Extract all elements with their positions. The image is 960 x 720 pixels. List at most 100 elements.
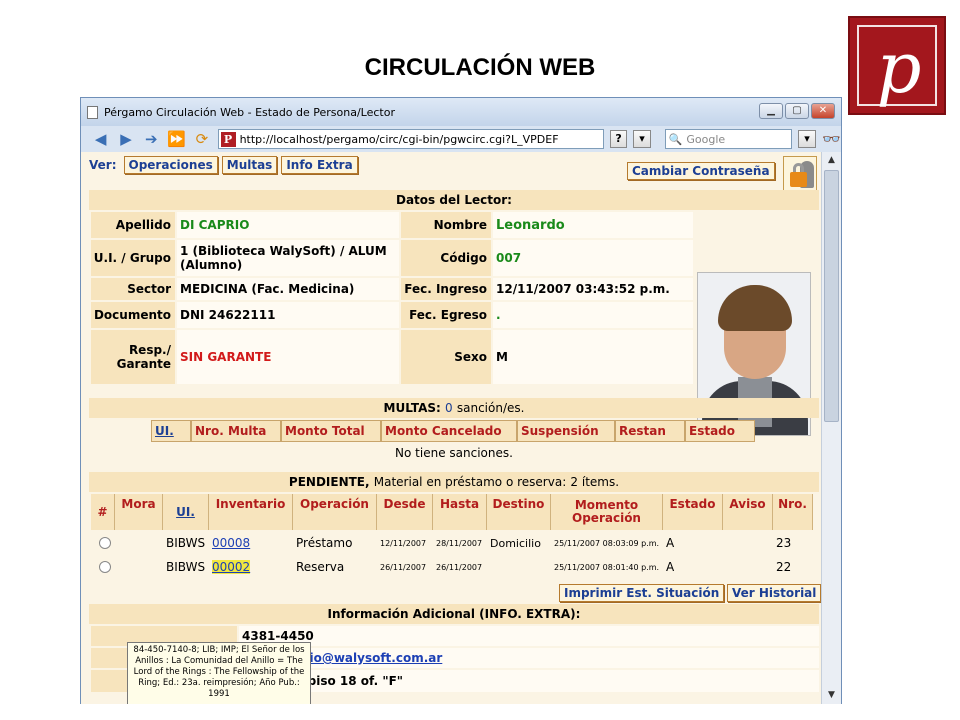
info-extra-heading: Información Adicional (INFO. EXTRA): — [89, 604, 819, 624]
pendiente-heading: PENDIENTE, Material en préstamo o reserv… — [89, 472, 819, 492]
help-icon[interactable]: ? — [609, 130, 628, 148]
pendiente-title: PENDIENTE, — [288, 475, 370, 489]
logo-letter: p — [876, 27, 922, 109]
multas-col-suspension: Suspensión — [517, 420, 615, 442]
address-bar[interactable]: P http://localhost/pergamo/circ/cgi-bin/… — [217, 129, 604, 149]
search-input[interactable]: 🔍 Google — [664, 129, 793, 149]
documento-value: DNI 24622111 — [177, 302, 399, 328]
window-titlebar: Pérgamo Circulación Web - Estado de Pers… — [81, 98, 841, 126]
dropdown-chevron-icon[interactable]: ▾ — [633, 130, 651, 148]
browser-window: Pérgamo Circulación Web - Estado de Pers… — [80, 97, 842, 704]
forward-icon[interactable]: ▶ — [116, 130, 135, 148]
codigo-value: 007 — [493, 240, 693, 276]
resp-garante-label: Resp./ Garante — [91, 330, 175, 384]
operaciones-button[interactable]: Operaciones — [123, 156, 218, 174]
apellido-label: Apellido — [91, 212, 175, 238]
scroll-down-icon[interactable]: ▼ — [822, 687, 841, 704]
multas-col-cancelado: Monto Cancelado — [381, 420, 517, 442]
col-hash: # — [91, 494, 115, 530]
ui-grupo-value: 1 (Biblioteca WalySoft) / ALUM (Alumno) — [177, 240, 399, 276]
vertical-scrollbar[interactable]: ▲ ▼ — [821, 152, 841, 704]
fast-forward-icon[interactable]: ⏩ — [167, 130, 186, 148]
col-nro: Nro. — [773, 494, 813, 530]
search-icon: 🔍 — [668, 132, 683, 146]
maximize-button[interactable]: ▢ — [785, 103, 809, 119]
scroll-up-icon[interactable]: ▲ — [822, 152, 841, 169]
next-icon[interactable]: ➔ — [142, 130, 161, 148]
multas-col-total: Monto Total — [281, 420, 381, 442]
ver-historial-button[interactable]: Ver Historial — [727, 584, 821, 602]
sector-value: MEDICINA (Fac. Medicina) — [177, 278, 399, 300]
col-ui[interactable]: UI. — [163, 494, 209, 530]
url-text: http://localhost/pergamo/circ/cgi-bin/pg… — [239, 132, 559, 146]
multas-col-ui[interactable]: UI. — [151, 420, 191, 442]
domicilio-value: Solís 637 piso 18 of. "F" — [239, 670, 819, 692]
search-engine-chevron-icon[interactable]: ▾ — [798, 130, 816, 148]
row-estado: A — [666, 536, 675, 550]
col-inventario: Inventario — [209, 494, 293, 530]
ui-grupo-label: U.I. / Grupo — [91, 240, 175, 276]
row-operacion: Reserva — [296, 560, 345, 574]
col-operacion: Operación — [293, 494, 377, 530]
minimize-button[interactable]: ▁ — [759, 103, 783, 119]
multas-button[interactable]: Multas — [221, 156, 278, 174]
inventario-link[interactable]: 00002 — [212, 560, 251, 574]
resp-garante-value: SIN GARANTE — [177, 330, 399, 384]
inventory-tooltip: 84-450-7140-8; LIB; IMP; El Señor de los… — [127, 642, 311, 704]
row-hasta: 26/11/2007 — [436, 562, 483, 572]
telefono-value: 4381-4450 — [239, 626, 819, 646]
col-mora: Mora — [115, 494, 163, 530]
page-content: Ver: Operaciones Multas Info Extra Cambi… — [81, 152, 821, 704]
sector-label: Sector — [91, 278, 175, 300]
row-momento: 25/11/2007 08:01:40 p.m. — [554, 562, 660, 572]
navigation-bar: ◀ ▶ ➔ ⏩ ⟳ P http://localhost/pergamo/cir… — [81, 126, 841, 152]
multas-title: MULTAS: — [383, 401, 441, 415]
search-placeholder: Google — [686, 132, 726, 146]
change-password-button[interactable]: Cambiar Contraseña — [627, 162, 775, 180]
scroll-thumb[interactable] — [824, 170, 839, 422]
egreso-value: . — [493, 302, 693, 328]
close-button[interactable]: ✕ — [811, 103, 835, 119]
lock-user-icon[interactable] — [783, 156, 817, 192]
multas-count: 0 — [445, 401, 453, 415]
nombre-label: Nombre — [401, 212, 491, 238]
col-destino: Destino — [487, 494, 551, 530]
col-estado: Estado — [663, 494, 723, 530]
window-title: Pérgamo Circulación Web - Estado de Pers… — [104, 105, 396, 119]
row-desde: 12/11/2007 — [380, 538, 427, 548]
sexo-value: M — [493, 330, 693, 384]
row-desde: 26/11/2007 — [380, 562, 427, 572]
glasses-icon[interactable]: 👓 — [822, 130, 841, 148]
ver-label: Ver: — [89, 158, 117, 172]
multas-suffix: sanción/es. — [456, 401, 525, 415]
site-favicon-icon: P — [220, 131, 236, 147]
back-icon[interactable]: ◀ — [91, 130, 110, 148]
inventario-link[interactable]: 00008 — [212, 536, 250, 550]
ingreso-label: Fec. Ingreso — [401, 278, 491, 300]
info-extra-button[interactable]: Info Extra — [281, 156, 358, 174]
view-toolbar: Ver: Operaciones Multas Info Extra — [89, 156, 358, 174]
multas-empty: No tiene sanciones. — [395, 446, 513, 460]
row-hasta: 28/11/2007 — [436, 538, 483, 548]
row-radio[interactable] — [99, 537, 111, 549]
row-nro: 23 — [776, 536, 792, 550]
reload-icon[interactable]: ⟳ — [192, 130, 211, 148]
codigo-label: Código — [401, 240, 491, 276]
imprimir-button[interactable]: Imprimir Est. Situación — [559, 584, 725, 602]
egreso-label: Fec. Egreso — [401, 302, 491, 328]
pendiente-text: Material en préstamo o reserva: — [373, 475, 567, 489]
pergamo-logo: p — [848, 16, 946, 115]
documento-label: Documento — [91, 302, 175, 328]
multas-col-restan: Restan — [615, 420, 685, 442]
ingreso-value: 12/11/2007 03:43:52 p.m. — [493, 278, 693, 300]
multas-heading: MULTAS: 0 sanción/es. — [89, 398, 819, 418]
col-desde: Desde — [377, 494, 433, 530]
row-ui: BIBWS — [166, 536, 206, 550]
multas-col-nro: Nro. Multa — [191, 420, 281, 442]
row-radio[interactable] — [99, 561, 111, 573]
col-hasta: Hasta — [433, 494, 487, 530]
row-destino: Domicilio — [490, 536, 541, 550]
sexo-label: Sexo — [401, 330, 491, 384]
row-ui: BIBWS — [166, 560, 206, 574]
lector-heading: Datos del Lector: — [89, 190, 819, 210]
